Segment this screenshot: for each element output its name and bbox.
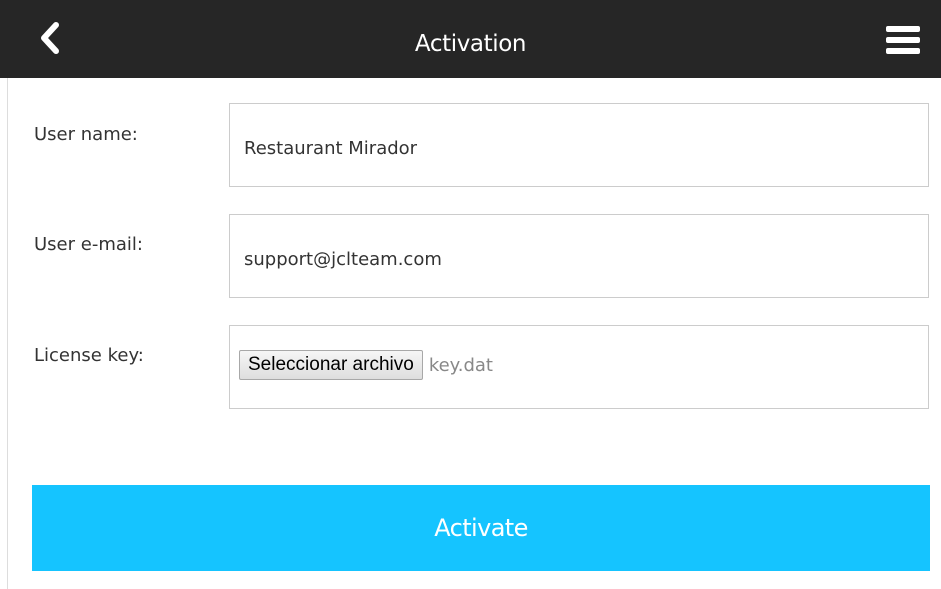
- menu-button[interactable]: [884, 24, 922, 56]
- content-left-border: [7, 78, 8, 589]
- user-email-label: User e-mail:: [34, 234, 143, 255]
- back-button[interactable]: [34, 20, 70, 56]
- license-key-label: License key:: [34, 345, 144, 366]
- select-file-button[interactable]: Seleccionar archivo: [239, 350, 423, 380]
- top-app-bar: Activation: [0, 0, 941, 78]
- selected-file-name: key.dat: [428, 354, 493, 376]
- hamburger-menu-icon: [886, 26, 920, 54]
- chevron-left-icon: [41, 22, 59, 54]
- user-name-input[interactable]: [229, 103, 929, 187]
- user-email-input[interactable]: [229, 214, 929, 298]
- user-name-label: User name:: [34, 124, 138, 145]
- page-title: Activation: [414, 31, 527, 57]
- activate-button[interactable]: Activate: [32, 485, 930, 571]
- license-key-file-picker: Seleccionar archivo key.dat: [239, 350, 493, 380]
